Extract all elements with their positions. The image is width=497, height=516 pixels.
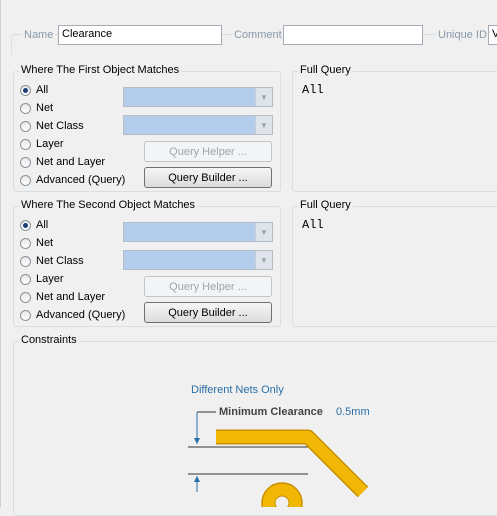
- first-radio-net[interactable]: Net: [20, 99, 53, 117]
- second-radio-all[interactable]: All: [20, 216, 48, 234]
- radio-icon[interactable]: [20, 156, 31, 168]
- first-object-group: Where The First Object Matches All Net N…: [13, 64, 281, 192]
- second-net-combo[interactable]: ▼: [123, 222, 273, 242]
- first-full-query-text: All: [302, 83, 324, 97]
- radio-label: Layer: [36, 273, 64, 285]
- second-radio-advanced[interactable]: Advanced (Query): [20, 306, 125, 324]
- chevron-down-icon[interactable]: ▼: [255, 251, 272, 269]
- radio-label: Advanced (Query): [36, 309, 126, 321]
- radio-icon[interactable]: [20, 237, 31, 249]
- radio-icon[interactable]: [20, 291, 31, 303]
- second-netclass-combo[interactable]: ▼: [123, 250, 273, 270]
- first-object-title: Where The First Object Matches: [19, 64, 182, 76]
- first-query-helper-button[interactable]: Query Helper ...: [144, 141, 272, 162]
- radio-icon[interactable]: [20, 255, 31, 267]
- second-full-query-title: Full Query: [298, 199, 353, 211]
- chevron-down-icon[interactable]: ▼: [255, 88, 272, 106]
- chevron-down-icon[interactable]: ▼: [255, 116, 272, 134]
- radio-label: All: [36, 219, 49, 231]
- first-radio-advanced[interactable]: Advanced (Query): [20, 171, 125, 189]
- second-object-title: Where The Second Object Matches: [19, 199, 198, 211]
- name-field[interactable]: Clearance: [58, 25, 222, 45]
- clearance-diagram: [188, 411, 369, 507]
- different-nets-label: Different Nets Only: [191, 384, 284, 396]
- radio-label: Net: [36, 237, 54, 249]
- second-full-query-group: Full Query All: [292, 199, 497, 327]
- radio-icon[interactable]: [20, 84, 31, 96]
- first-netclass-combo[interactable]: ▼: [123, 115, 273, 135]
- second-radio-net[interactable]: Net: [20, 234, 53, 252]
- second-radio-net-and-layer[interactable]: Net and Layer: [20, 288, 105, 306]
- radio-label: Layer: [36, 138, 64, 150]
- second-object-group: Where The Second Object Matches All Net …: [13, 199, 281, 327]
- radio-label: Net: [36, 102, 54, 114]
- radio-icon[interactable]: [20, 174, 31, 186]
- left-edge: [0, 0, 1, 507]
- radio-icon[interactable]: [20, 273, 31, 285]
- dim-arrow-down-icon: [194, 438, 200, 444]
- radio-icon[interactable]: [20, 309, 31, 321]
- radio-label: Net Class: [36, 120, 84, 132]
- pad-hole: [274, 495, 290, 507]
- second-radio-net-class[interactable]: Net Class: [20, 252, 84, 270]
- dim-arrow-up-icon: [194, 476, 200, 482]
- first-net-combo[interactable]: ▼: [123, 87, 273, 107]
- first-full-query-title: Full Query: [298, 64, 353, 76]
- radio-icon[interactable]: [20, 102, 31, 114]
- radio-label: Net Class: [36, 255, 84, 267]
- radio-label: All: [36, 84, 49, 96]
- first-radio-net-class[interactable]: Net Class: [20, 117, 84, 135]
- first-query-builder-button[interactable]: Query Builder ...: [144, 167, 272, 188]
- uniqueid-field[interactable]: V: [488, 25, 497, 45]
- comment-label: Comment: [232, 29, 284, 41]
- second-full-query-text: All: [302, 218, 324, 232]
- second-radio-layer[interactable]: Layer: [20, 270, 64, 288]
- second-query-builder-button[interactable]: Query Builder ...: [144, 302, 272, 323]
- radio-icon[interactable]: [20, 138, 31, 150]
- second-query-helper-button[interactable]: Query Helper ...: [144, 276, 272, 297]
- uniqueid-label: Unique ID: [436, 29, 489, 41]
- first-radio-layer[interactable]: Layer: [20, 135, 64, 153]
- first-radio-all[interactable]: All: [20, 81, 48, 99]
- constraints-title: Constraints: [19, 334, 79, 346]
- first-full-query-group: Full Query All: [292, 64, 497, 192]
- radio-label: Net and Layer: [36, 291, 106, 303]
- radio-label: Net and Layer: [36, 156, 106, 168]
- chevron-down-icon[interactable]: ▼: [255, 223, 272, 241]
- name-label: Name: [22, 29, 56, 41]
- radio-icon[interactable]: [20, 120, 31, 132]
- radio-label: Advanced (Query): [36, 174, 126, 186]
- radio-icon[interactable]: [20, 219, 31, 231]
- comment-field[interactable]: [283, 25, 423, 45]
- first-radio-net-and-layer[interactable]: Net and Layer: [20, 153, 105, 171]
